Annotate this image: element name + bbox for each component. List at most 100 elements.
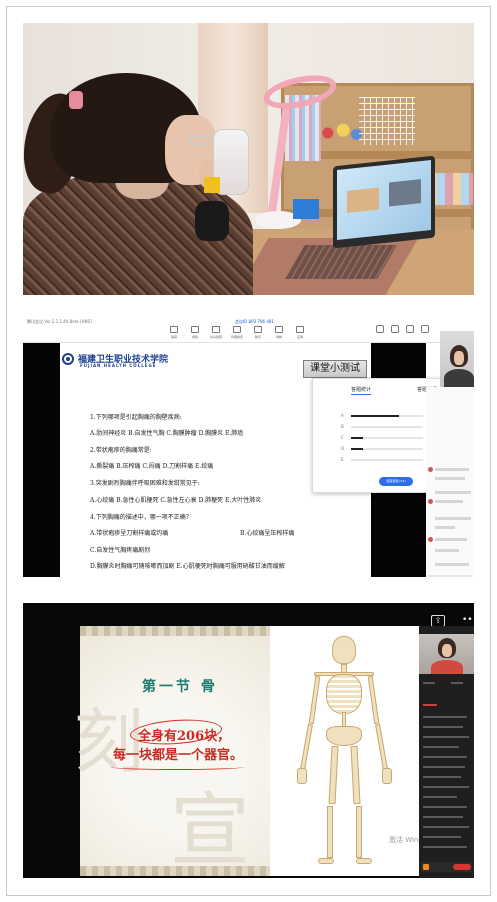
chat-message <box>423 836 461 838</box>
question-text: 1.下列哪项是引起胸痛的胸壁疾病: <box>90 414 182 421</box>
question-text: 4.下列胸痛的描述中，哪一项不正确? <box>90 514 189 521</box>
chat-icon[interactable] <box>254 326 262 333</box>
tibia-left <box>327 806 333 858</box>
video-window <box>347 187 379 213</box>
wire-rack <box>359 97 415 145</box>
chat-message <box>435 500 463 503</box>
option-letter: E <box>341 457 344 462</box>
question-text: 2.带状疱疹的胸痛常是: <box>90 447 152 454</box>
tissue-box <box>293 199 319 219</box>
tibia-right <box>356 806 362 858</box>
sleeve <box>195 201 229 241</box>
quiz-button[interactable]: 课堂小测试 <box>303 360 367 378</box>
hand-left <box>297 768 307 784</box>
skull <box>332 636 356 664</box>
option-letter: D <box>341 446 345 451</box>
active-tab-indicator <box>423 704 437 706</box>
option-letter: C <box>341 435 344 440</box>
chat-message <box>423 746 459 748</box>
hand-right <box>382 768 392 784</box>
members-icon[interactable] <box>233 326 241 333</box>
question-option: B.心绞痛呈压榨样痛 <box>240 530 295 537</box>
glasses <box>188 135 214 145</box>
section-title: 第一节 骨 <box>142 679 218 695</box>
option-letter: B <box>341 424 344 429</box>
femur-left <box>328 745 339 805</box>
laptop-display <box>337 160 431 240</box>
letterbox-left <box>23 343 60 577</box>
chat-message <box>423 846 467 848</box>
chat-message <box>435 517 471 520</box>
stat-track <box>351 415 423 417</box>
forearm-left <box>300 723 313 771</box>
chat-message <box>423 766 465 768</box>
anatomy-slide: 刻 宣 第一节 骨 全身有206块， 每一块都是一个器官。 <box>74 626 419 877</box>
apps-icon[interactable] <box>296 326 304 333</box>
organ-text: 每一块都是一个器官。 <box>113 748 244 763</box>
upper-arm-right <box>367 675 380 725</box>
video-icon[interactable] <box>191 326 199 333</box>
meeting-id: 会议ID 893 796 481 <box>235 319 274 324</box>
avatar <box>428 537 433 542</box>
model-clip <box>204 177 220 193</box>
laptop-keyboard <box>285 245 397 279</box>
forearm-right <box>375 723 388 771</box>
question-text: 3.突发剧烈胸痛伴呼吸困难和发绀常见于: <box>90 480 200 487</box>
emoji-icon[interactable] <box>423 864 429 870</box>
stat-track <box>351 448 423 450</box>
end-answer-button[interactable]: 结束答题 (12) <box>379 477 413 486</box>
chat-message <box>435 563 469 566</box>
question-option: C.自发性气胸疼痛剧烈 <box>90 547 151 554</box>
chat-message <box>423 796 457 798</box>
stat-track <box>351 459 423 461</box>
stat-track <box>351 426 423 428</box>
highlight-underline <box>110 764 244 770</box>
teacher-video-thumbnail <box>440 331 474 387</box>
avatar <box>428 499 433 504</box>
chat-message <box>423 726 463 728</box>
decorative-border <box>80 626 270 636</box>
status-bar <box>23 577 474 585</box>
option-letter: A <box>341 413 344 418</box>
meeting-toolbar: 腾讯会议 Ver.2.2.1.40 Beta [HNS] 会议ID 893 79… <box>23 317 474 343</box>
foot-left <box>318 858 334 864</box>
screenshot-anatomy-lesson: 刻 宣 第一节 骨 全身有206块， 每一块都是一个器官。 激活 Windows… <box>23 603 474 878</box>
femur-right <box>350 745 361 805</box>
question-option: D.胸膜炎时胸痛可随咳嗽而加剧 E.心肌梗死时胸痛可服用硝酸甘油而缓解 <box>90 563 285 570</box>
chat-message <box>423 806 467 808</box>
chat-panel <box>426 387 474 585</box>
background-glyph: 宣 <box>170 784 250 877</box>
chat-message <box>423 826 469 828</box>
layout-icon[interactable] <box>376 325 384 333</box>
chat-message <box>423 786 469 788</box>
chat-message <box>423 716 467 718</box>
toolbar-label: 应用 <box>296 335 303 339</box>
foot-right <box>356 858 372 864</box>
chat-message <box>435 526 455 529</box>
laptop-screen <box>333 155 435 249</box>
chat-message <box>435 538 467 541</box>
bone-count-text: 全身有206块， <box>138 729 231 744</box>
panel-label <box>451 682 463 684</box>
tab-answer-stats[interactable]: 答题统计 <box>351 386 372 395</box>
meeting-side-panel <box>419 626 474 878</box>
cam-body <box>444 369 474 387</box>
stat-track <box>351 437 423 439</box>
fullscreen-icon[interactable] <box>406 325 414 333</box>
share-screen-icon[interactable] <box>212 326 220 333</box>
pelvis <box>326 726 362 746</box>
mic-icon[interactable] <box>170 326 178 333</box>
chat-message <box>423 756 467 758</box>
send-button[interactable] <box>453 864 471 870</box>
pin-icon[interactable] <box>421 325 429 333</box>
cam-face <box>454 351 464 365</box>
question-options: A.心绞痛 B.急性心肌梗死 C.急性左心衰 D.肺梗死 E.大叶性肺炎 <box>90 497 262 504</box>
chat-message <box>435 477 465 480</box>
question-option: A.带状疱疹呈刀割样痛或灼痛 <box>90 530 169 537</box>
cam-face <box>442 644 452 657</box>
hair-tie <box>69 91 83 109</box>
stat-bar <box>351 448 363 450</box>
question-options: A.撕裂痛 B.压榨痛 C.闷痛 D.刀割样痛 E.绞痛 <box>90 463 214 470</box>
settings-icon[interactable] <box>391 325 399 333</box>
record-icon[interactable] <box>275 326 283 333</box>
